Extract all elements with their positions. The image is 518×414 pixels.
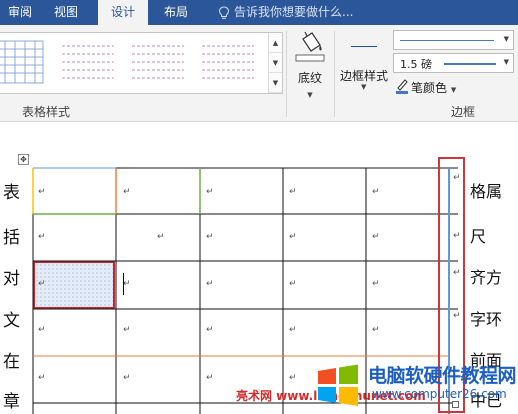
line-style-combo[interactable]: ▼ [393,30,514,50]
shading-dropdown-icon: ▼ [307,91,313,99]
border-styles-label: 边框样式 [339,69,388,83]
group-divider [334,31,335,117]
paragraph-mark: ↵ [123,373,131,383]
border-styles-button[interactable]: 边框样式 ▼ [337,31,391,97]
paragraph-mark: ↵ [372,232,380,242]
line-weight-dropdown-icon[interactable]: ▼ [504,58,509,66]
gallery-up-icon[interactable]: ▲ [269,33,282,53]
right-text: 字环 [470,310,503,329]
paragraph-mark: ↵ [206,325,214,335]
paragraph-mark: ↵ [289,187,297,197]
table-style-thumbnail[interactable] [130,40,186,84]
pen-color-label: 笔颜色 [411,81,448,95]
ribbon-design: ▲ ▼ ▼ 表格样式 底纹 ▼ 边框样式 ▼ ▼ 1.5 磅 ▼ 笔颜色 ▼ 边… [0,25,518,122]
right-text: 尺 [470,227,487,246]
table-styles-group-label: 表格样式 [22,105,71,119]
paragraph-mark: ↵ [123,279,131,289]
tab-view[interactable]: 视图 [46,0,86,25]
paragraph-mark: ↵ [372,279,380,289]
paragraph-mark: ↵ [372,325,380,335]
paragraph-mark: ↵ [206,373,214,383]
paragraph-mark: ↵ [38,279,46,289]
table-styles-gallery[interactable]: ▲ ▼ ▼ [0,32,283,94]
pen-color-dropdown-icon: ▼ [450,86,457,94]
border-line-sample [351,46,377,47]
line-weight-combo[interactable]: 1.5 磅 ▼ [393,53,514,73]
right-text: 格属 [470,182,503,201]
table-style-thumbnail[interactable] [0,40,50,84]
shading-label: 底纹 ▼ [297,71,322,99]
line-style-sample [400,40,494,41]
paragraph-mark: ↵ [123,325,131,335]
borders-group-label: 边框 [451,105,476,119]
paint-bucket-icon [295,31,325,62]
paragraph-mark: ↵ [38,373,46,383]
table-resize-handle[interactable] [452,401,459,408]
tell-me-placeholder: 告诉我你想要做什么... [234,5,354,19]
tab-review[interactable]: 审阅 [2,0,38,25]
paragraph-mark: ↵ [206,187,214,197]
paragraph-mark: ↵ [289,232,297,242]
paragraph-mark: ↵ [372,187,380,197]
line-weight-value: 1.5 磅 [400,58,432,71]
ribbon-tab-bar: 审阅 视图 设计 布局 告诉我你想要做什么... [0,0,518,25]
paragraph-mark: ↵ [289,325,297,335]
pen-icon [396,79,408,94]
table-style-thumbnail[interactable] [60,40,116,84]
paragraph-mark: ↵ [123,187,131,197]
watermark-logo [318,364,358,406]
paragraph-mark: ↵ [289,373,297,383]
paragraph-mark: ↵ [206,279,214,289]
tab-design[interactable]: 设计 [98,0,148,25]
gallery-scroll[interactable]: ▲ ▼ ▼ [268,33,282,93]
line-weight-sample [444,63,496,65]
text-cursor [123,273,124,295]
paragraph-mark: ↵ [157,232,165,242]
right-text: 齐方 [470,268,503,287]
document-area[interactable]: ✥ 表 括 对 文 在 章 ↵ ↵ ↵ ↵ ↵ ↵ ↵ ↵ ↵ ↵ ↵ ↵ ↵ … [0,123,518,414]
border-styles-dropdown-icon: ▼ [361,83,367,91]
paragraph-mark: ↵ [38,187,46,197]
tell-me-box[interactable]: 告诉我你想要做什么... [218,0,353,25]
watermark-url: www.computer26.com [372,387,507,401]
gallery-down-icon[interactable]: ▼ [269,53,282,73]
line-style-dropdown-icon[interactable]: ▼ [504,35,509,43]
table-style-thumbnail[interactable] [200,40,256,84]
paragraph-mark: ↵ [289,279,297,289]
watermark-brand: 电脑软硬件教程网 [368,365,517,387]
lightbulb-icon [218,6,230,19]
group-divider [286,31,287,117]
shading-button[interactable]: 底纹 ▼ [289,31,331,99]
paragraph-mark: ↵ [38,325,46,335]
gallery-more-icon[interactable]: ▼ [269,73,282,93]
tab-layout[interactable]: 布局 [154,0,198,25]
paragraph-mark: ↵ [206,232,214,242]
paragraph-mark: ↵ [38,232,46,242]
